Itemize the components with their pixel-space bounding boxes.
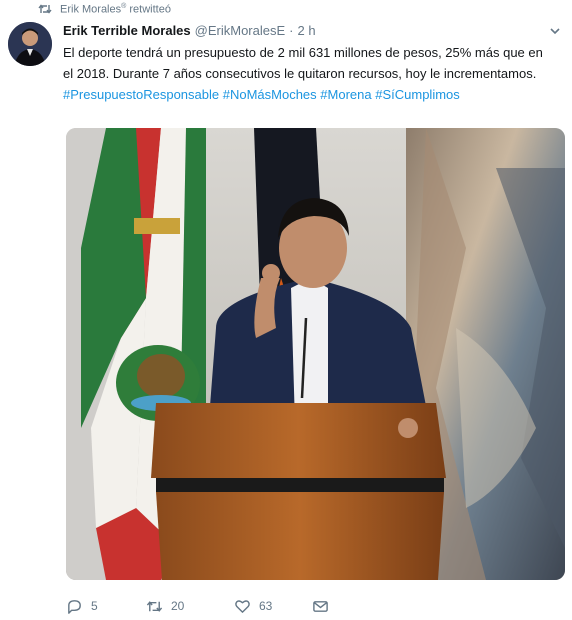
direct-message-button[interactable] [312,598,329,615]
tweet-timestamp[interactable]: 2 h [298,23,316,38]
tweet-body: El deporte tendrá un presupuesto de 2 mi… [63,45,543,81]
chevron-down-icon[interactable] [548,24,562,38]
hashtag-link[interactable]: #PresupuestoResponsable [63,87,219,102]
like-icon [235,599,250,613]
hashtag-link[interactable]: #Morena [320,87,371,102]
direct-message-icon [313,600,328,612]
tweet-header: Erik Terrible Morales @ErikMoralesE · 2 … [63,23,316,38]
author-handle[interactable]: @ErikMoralesE [195,23,286,38]
hashtag-link[interactable]: #SíCumplimos [375,87,460,102]
reply-icon [68,599,81,614]
like-count: 63 [259,599,273,613]
reply-button[interactable]: 5 [66,598,146,615]
tweet-actions: 5 20 63 [66,596,329,616]
retweet-icon [146,600,163,612]
retweet-count: 20 [171,599,185,613]
tweet-text: El deporte tendrá un presupuesto de 2 mi… [63,42,553,105]
retweet-action-label: retwitteó [129,3,171,16]
tweet-photo[interactable] [66,128,565,580]
header-separator: · [289,23,294,38]
retweeter-name[interactable]: Erik Morales [60,3,121,15]
hashtag-link[interactable]: #NoMásMoches [223,87,317,102]
retweeter-badge: ® [121,2,127,10]
retweet-context: Erik Morales® retwitteó [38,1,171,17]
retweet-icon [38,4,52,14]
reply-count: 5 [91,599,98,613]
like-button[interactable]: 63 [234,598,312,615]
author-name[interactable]: Erik Terrible Morales [63,23,191,38]
avatar[interactable] [8,22,52,66]
retweet-button[interactable]: 20 [146,598,234,615]
